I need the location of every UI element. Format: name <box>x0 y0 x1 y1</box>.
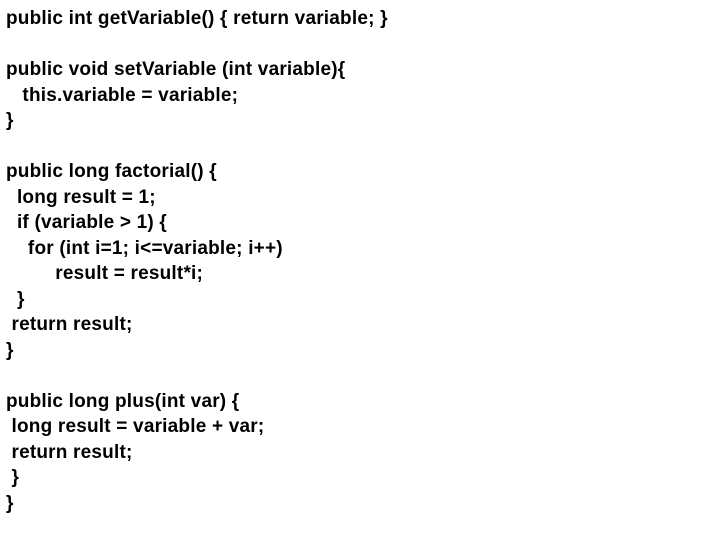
java-code-block: public int getVariable() { return variab… <box>0 0 720 516</box>
